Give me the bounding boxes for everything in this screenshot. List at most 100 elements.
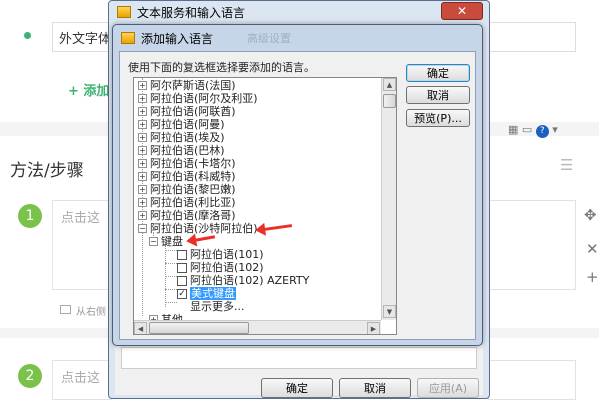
instruction-text: 使用下面的复选框选择要添加的语言。 bbox=[128, 61, 315, 74]
keyboard-label: 阿拉伯语(101) bbox=[190, 248, 264, 261]
show-more-item[interactable]: 显示更多... bbox=[177, 300, 245, 313]
move-icon[interactable]: ✥ bbox=[584, 206, 597, 224]
tree-line bbox=[165, 263, 177, 264]
outer-apply-button[interactable]: 应用(A) bbox=[417, 378, 479, 398]
expand-icon[interactable]: + bbox=[138, 172, 147, 181]
outer-cancel-button[interactable]: 取消 bbox=[339, 378, 411, 398]
keyboard-icon bbox=[121, 32, 135, 44]
expand-icon[interactable]: + bbox=[138, 107, 147, 116]
language-label: 阿拉伯语(利比亚) bbox=[150, 196, 236, 209]
scroll-down-icon[interactable]: ▼ bbox=[383, 305, 396, 318]
toolbar-icons[interactable]: ▦ ▭ ? ▾ bbox=[508, 123, 558, 138]
keyboard-group-label: 键盘 bbox=[161, 235, 183, 248]
tree-item-language[interactable]: + 阿拉伯语(阿尔及利亚) bbox=[138, 92, 258, 105]
preview-button[interactable]: 预览(P)... bbox=[406, 109, 470, 127]
dialog-title: 添加输入语言 bbox=[141, 31, 214, 46]
step2-placeholder: 点击这 bbox=[61, 371, 101, 386]
step-number-1: 1 bbox=[18, 204, 42, 228]
checkbox[interactable] bbox=[177, 262, 187, 273]
tree-line bbox=[165, 276, 177, 277]
keyboard-option[interactable]: 阿拉伯语(102) bbox=[177, 261, 264, 274]
scroll-right-icon[interactable]: ▶ bbox=[367, 322, 380, 334]
image-icon[interactable] bbox=[60, 305, 71, 314]
tree-item-keyboard[interactable]: − 键盘 bbox=[149, 235, 183, 248]
dialog-title-bar: 添加输入语言 高级设置 bbox=[121, 29, 291, 47]
tree-item-language[interactable]: + 阿拉伯语(阿联酋) bbox=[138, 105, 236, 118]
keyboard-option-us[interactable]: ✓ 美式键盘 bbox=[177, 287, 236, 300]
scroll-thumb-h[interactable] bbox=[149, 322, 249, 334]
step1-textarea[interactable]: 点击这 bbox=[52, 200, 112, 290]
language-label: 阿拉伯语(阿尔及利亚) bbox=[150, 92, 258, 105]
tree-item-language[interactable]: + 阿拉伯语(摩洛哥) bbox=[138, 209, 236, 222]
horizontal-scrollbar[interactable]: ◀ ▶ bbox=[134, 320, 381, 334]
checkbox[interactable] bbox=[177, 249, 187, 260]
tree-item-language[interactable]: + 阿拉伯语(阿曼) bbox=[138, 118, 225, 131]
step1-placeholder: 点击这 bbox=[61, 211, 101, 226]
tree-item-language[interactable]: + 阿拉伯语(埃及) bbox=[138, 131, 225, 144]
tree-line bbox=[165, 289, 177, 290]
tree-item-language[interactable]: + 阿拉伯语(黎巴嫩) bbox=[138, 183, 236, 196]
tree-item-language[interactable]: + 阿拉伯语(卡塔尔) bbox=[138, 157, 236, 170]
plus-icon[interactable]: + bbox=[586, 268, 599, 286]
outer-field bbox=[121, 347, 477, 369]
expand-icon[interactable]: + bbox=[138, 198, 147, 207]
vertical-scrollbar[interactable]: ▲ ▼ bbox=[381, 78, 396, 320]
cancel-button[interactable]: 取消 bbox=[406, 86, 470, 104]
step1-textarea-right[interactable] bbox=[488, 200, 576, 290]
tree-item-language[interactable]: + 阿拉伯语(利比亚) bbox=[138, 196, 236, 209]
expand-icon[interactable]: + bbox=[138, 211, 147, 220]
scroll-up-icon[interactable]: ▲ bbox=[383, 78, 396, 91]
add-link[interactable]: + 添加 bbox=[68, 80, 109, 99]
outer-title-bar: 文本服务和输入语言 bbox=[117, 3, 245, 21]
section-title: 方法/步骤 bbox=[10, 161, 84, 181]
close-icon[interactable]: ✕ bbox=[586, 240, 599, 258]
expand-icon[interactable]: + bbox=[138, 159, 147, 168]
expand-icon[interactable]: + bbox=[138, 146, 147, 155]
ok-button[interactable]: 确定 bbox=[406, 64, 470, 82]
scroll-left-icon[interactable]: ◀ bbox=[134, 322, 147, 334]
language-label: 阿拉伯语(阿曼) bbox=[150, 118, 225, 131]
keyboard-option[interactable]: 阿拉伯语(102) AZERTY bbox=[177, 274, 309, 287]
step2-textarea[interactable]: 点击这 bbox=[52, 360, 112, 400]
step-number-2: 2 bbox=[18, 364, 42, 388]
tree-line bbox=[165, 250, 177, 251]
outer-ok-button[interactable]: 确定 bbox=[261, 378, 333, 398]
checkbox-checked[interactable]: ✓ bbox=[177, 288, 187, 299]
font-input-right[interactable] bbox=[488, 22, 576, 52]
expand-icon[interactable]: + bbox=[138, 81, 147, 90]
language-label: 阿拉伯语(黎巴嫩) bbox=[150, 183, 236, 196]
outer-close-button[interactable]: ✕ bbox=[441, 2, 483, 20]
font-input[interactable]: 外文字体 bbox=[52, 22, 112, 52]
help-icon[interactable]: ? bbox=[535, 125, 549, 138]
tree-item-language[interactable]: + 阿尔萨斯语(法国) bbox=[138, 79, 236, 92]
checkbox[interactable] bbox=[177, 275, 187, 286]
list-bullet bbox=[24, 32, 31, 39]
collapse-icon[interactable]: − bbox=[149, 237, 158, 246]
language-tree[interactable]: + 阿尔萨斯语(法国) + 阿拉伯语(阿尔及利亚) + 阿拉伯语(阿联酋) + 阿拉伯语… bbox=[133, 77, 397, 335]
list-icon[interactable]: ☰ bbox=[560, 156, 573, 174]
keyboard-option[interactable]: 阿拉伯语(101) bbox=[177, 248, 264, 261]
keyboard-label: 美式键盘 bbox=[190, 287, 236, 300]
collapse-icon[interactable]: − bbox=[138, 224, 147, 233]
show-more-label: 显示更多... bbox=[190, 300, 245, 313]
language-label: 阿拉伯语(科威特) bbox=[150, 170, 236, 183]
step2-textarea-right[interactable] bbox=[488, 360, 576, 400]
expand-icon[interactable]: + bbox=[138, 185, 147, 194]
language-label: 阿尔萨斯语(法国) bbox=[150, 79, 236, 92]
language-label: 阿拉伯语(巴林) bbox=[150, 144, 225, 157]
font-input-value: 外文字体 bbox=[59, 31, 112, 47]
expand-icon[interactable]: + bbox=[138, 94, 147, 103]
language-label: 阿拉伯语(沙特阿拉伯) bbox=[150, 222, 258, 235]
scroll-thumb[interactable] bbox=[383, 94, 396, 108]
tree-item-language[interactable]: + 阿拉伯语(巴林) bbox=[138, 144, 225, 157]
expand-icon[interactable]: + bbox=[138, 133, 147, 142]
expand-icon[interactable]: + bbox=[138, 120, 147, 129]
tree-item-saudi-arabia[interactable]: − 阿拉伯语(沙特阿拉伯) bbox=[138, 222, 258, 235]
add-language-dialog: 添加输入语言 高级设置 使用下面的复选框选择要添加的语言。 确定 取消 预览(P… bbox=[112, 24, 483, 346]
keyboard-label: 阿拉伯语(102) bbox=[190, 261, 264, 274]
language-label: 阿拉伯语(阿联酋) bbox=[150, 105, 236, 118]
language-label: 阿拉伯语(摩洛哥) bbox=[150, 209, 236, 222]
tree-item-language[interactable]: + 阿拉伯语(科威特) bbox=[138, 170, 236, 183]
dialog-ghost-title: 高级设置 bbox=[247, 32, 292, 45]
tree-line bbox=[165, 302, 177, 303]
